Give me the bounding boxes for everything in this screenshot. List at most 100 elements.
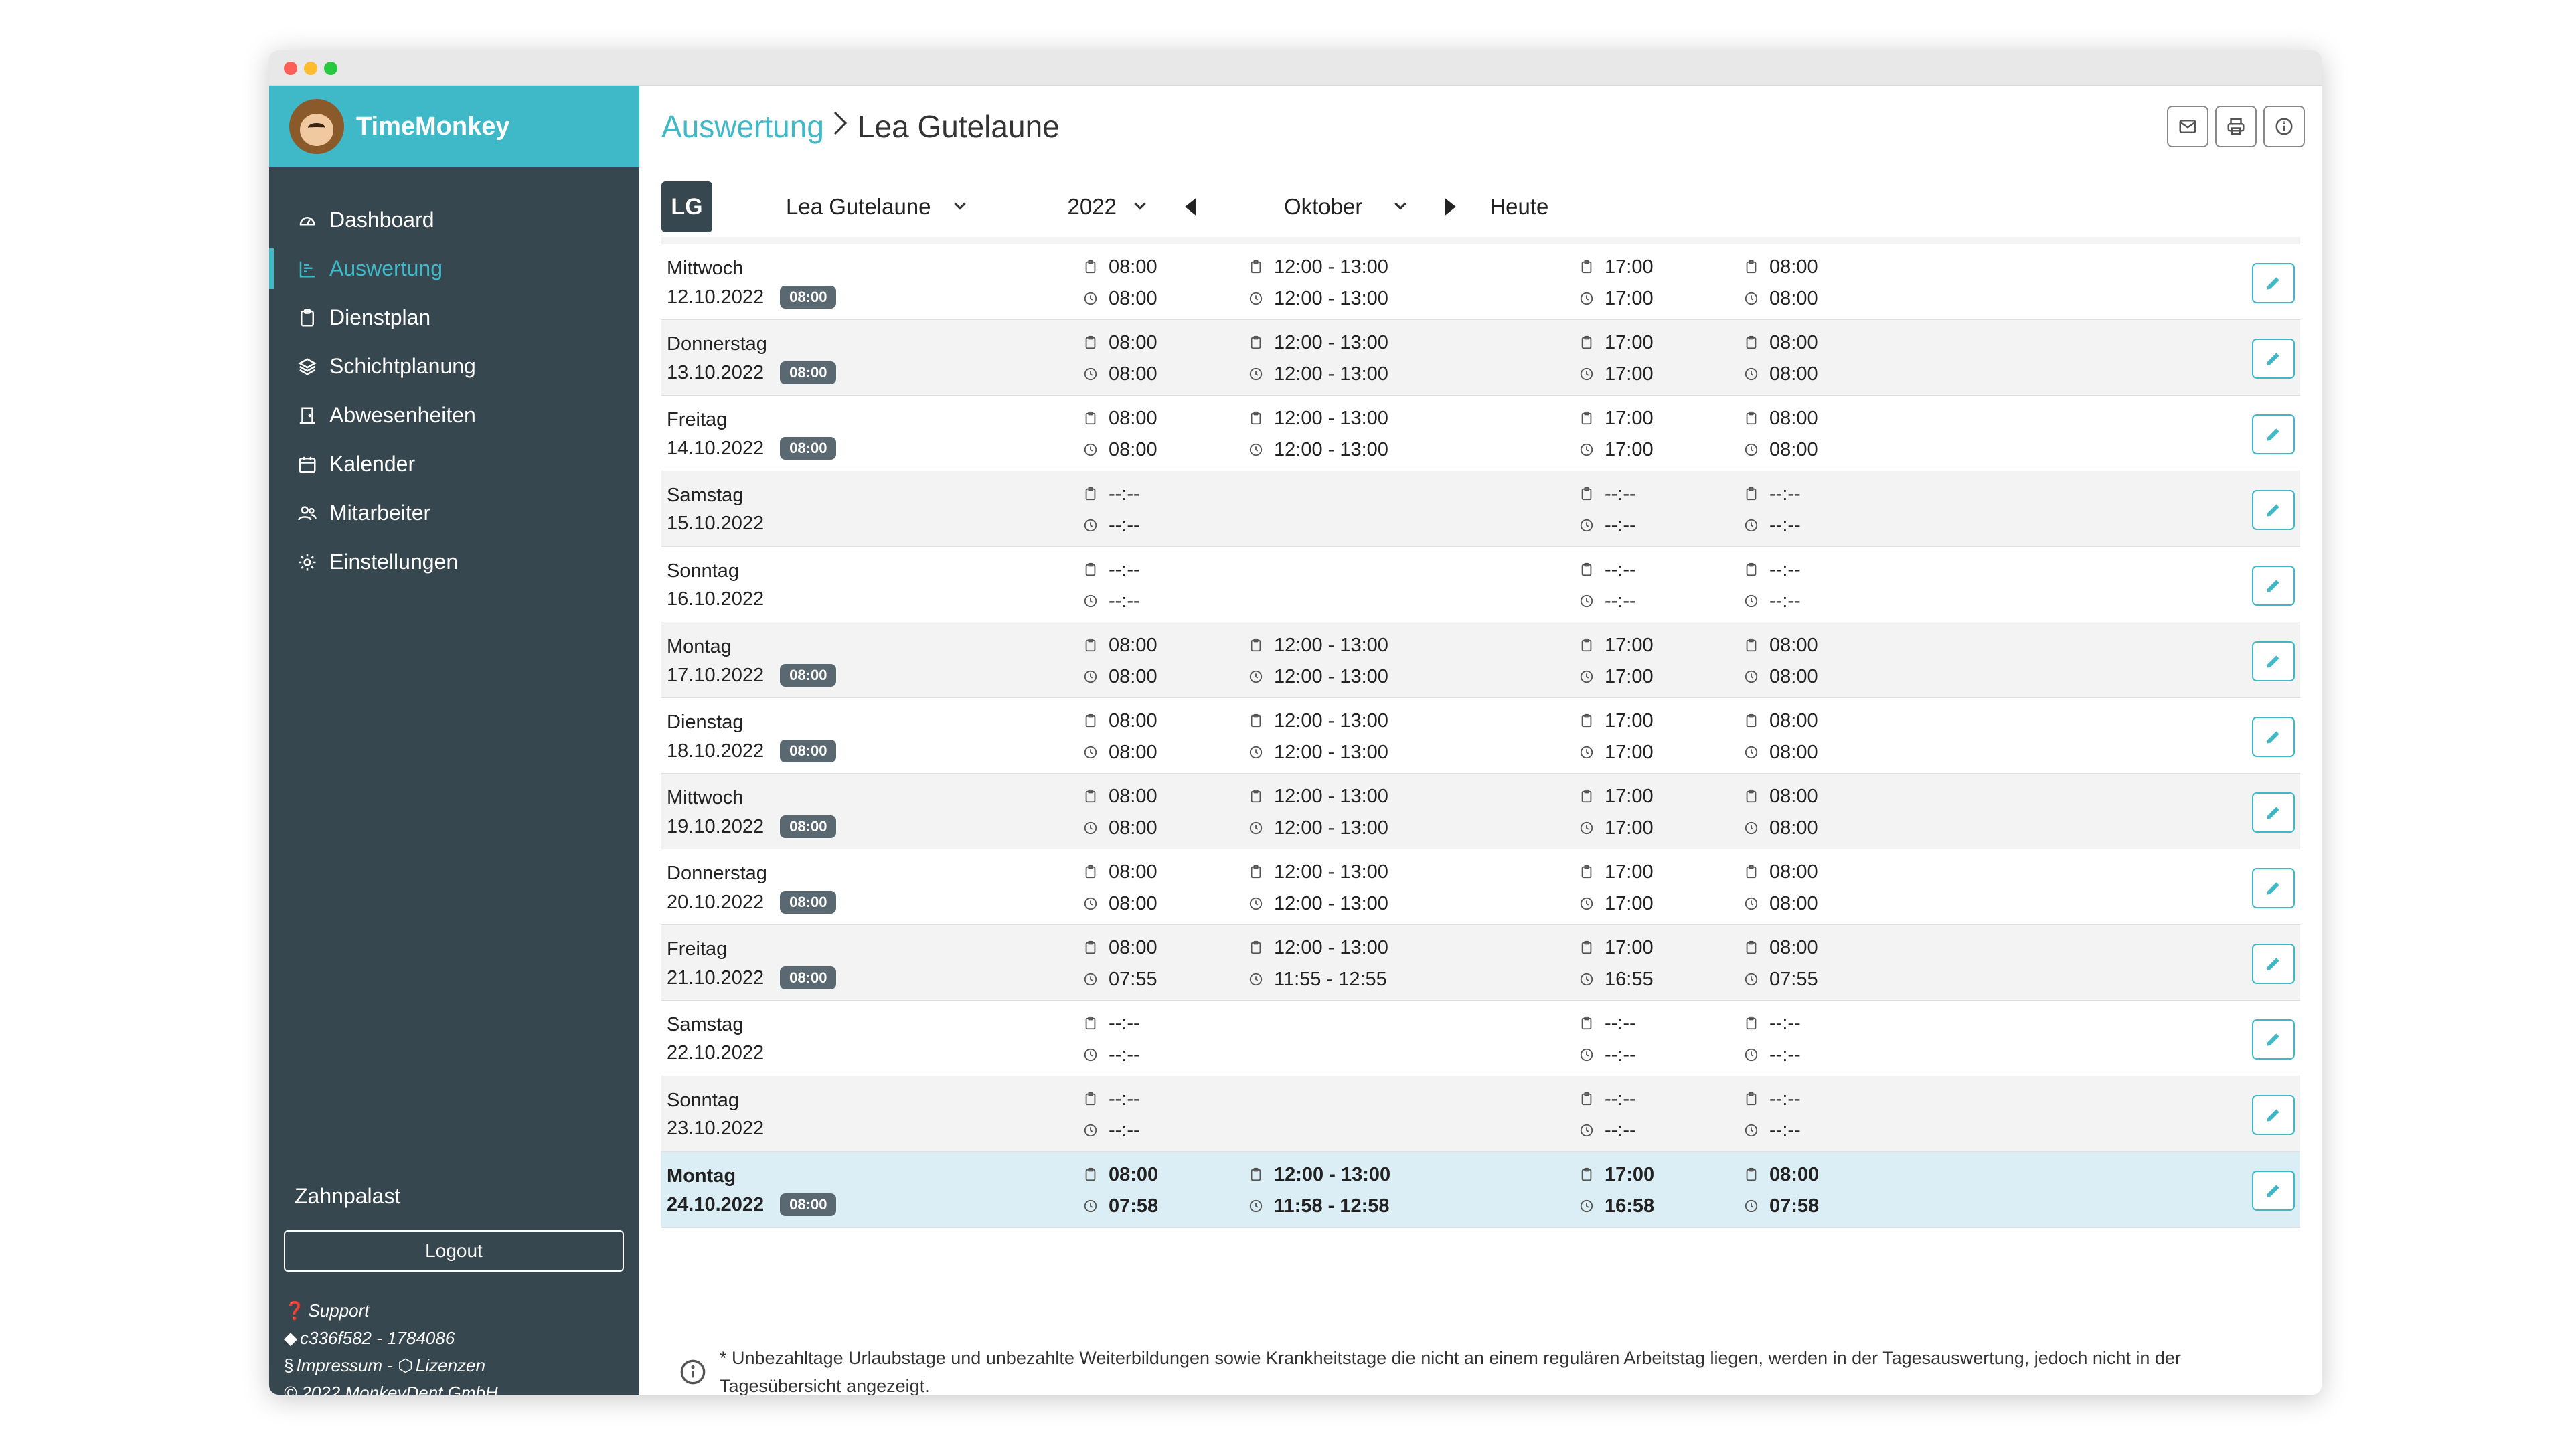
clock-icon <box>1083 518 1099 534</box>
clipboard-icon <box>1744 638 1760 654</box>
end-time-planned: 17:00 <box>1579 635 1654 657</box>
clock-icon <box>1744 1047 1760 1064</box>
clock-icon <box>1083 594 1099 610</box>
maximize-window-button[interactable] <box>324 62 337 75</box>
previous-month-button[interactable] <box>1178 193 1205 220</box>
clipboard-icon <box>1579 487 1595 503</box>
break-time-planned: 12:00 - 13:00 <box>1249 256 1388 278</box>
edit-day-button[interactable] <box>2252 792 2295 833</box>
sidebar-item-dashboard[interactable]: Dashboard <box>269 195 639 244</box>
end-time-planned: 17:00 <box>1579 861 1654 883</box>
edit-day-button[interactable] <box>2252 263 2295 303</box>
total-time-actual: 08:00 <box>1744 439 1818 461</box>
edit-day-button[interactable] <box>2252 944 2295 984</box>
clock-icon <box>1083 1199 1099 1215</box>
sidebar-item-abwesenheiten[interactable]: Abwesenheiten <box>269 391 639 440</box>
users-icon <box>296 502 319 525</box>
start-time-actual: 08:00 <box>1083 363 1157 386</box>
target-hours-badge: 08:00 <box>780 664 837 687</box>
brand[interactable]: TimeMonkey <box>269 86 639 167</box>
clock-icon <box>1579 821 1595 837</box>
logout-button[interactable]: Logout <box>284 1230 624 1272</box>
total-time-planned: 08:00 <box>1744 332 1818 354</box>
pencil-icon <box>2265 1182 2282 1199</box>
edit-day-button[interactable] <box>2252 566 2295 606</box>
clock-icon <box>1579 1047 1595 1064</box>
sidebar-item-label: Dienstplan <box>329 305 431 329</box>
impressum-link[interactable]: Impressum <box>296 1355 382 1375</box>
close-window-button[interactable] <box>284 62 297 75</box>
clipboard-icon <box>1083 789 1099 805</box>
info-button[interactable] <box>2263 106 2305 147</box>
edit-day-button[interactable] <box>2252 1095 2295 1135</box>
break-time-actual: 12:00 - 13:00 <box>1249 742 1388 764</box>
pencil-icon <box>2265 955 2282 973</box>
support-link[interactable]: ❓ Support <box>284 1297 498 1325</box>
email-button[interactable] <box>2167 106 2208 147</box>
clipboard-icon <box>1744 411 1760 427</box>
clock-icon <box>1249 1199 1265 1215</box>
clock-icon <box>1083 367 1099 383</box>
month-select[interactable]: Oktober <box>1284 194 1409 220</box>
clipboard-icon <box>1579 562 1595 578</box>
question-icon: ❓ <box>284 1300 306 1321</box>
clock-icon <box>1579 669 1595 685</box>
next-month-button[interactable] <box>1436 193 1463 220</box>
clipboard-icon <box>1083 1016 1099 1032</box>
end-time-planned: --:-- <box>1579 483 1636 505</box>
sidebar-item-dienstplan[interactable]: Dienstplan <box>269 293 639 342</box>
sidebar-item-label: Mitarbeiter <box>329 501 431 525</box>
print-button[interactable] <box>2215 106 2257 147</box>
clipboard-icon <box>1249 940 1265 956</box>
start-time-planned: 08:00 <box>1083 332 1157 354</box>
total-time-actual: --:-- <box>1744 515 1801 537</box>
start-time-planned: --:-- <box>1083 1088 1140 1110</box>
lizenzen-link[interactable]: Lizenzen <box>416 1355 485 1375</box>
day-date: 18.10.2022 08:00 <box>667 740 837 762</box>
total-time-actual: 07:55 <box>1744 968 1818 991</box>
chevron-right-icon <box>832 110 850 144</box>
breadcrumb-link-auswertung[interactable]: Auswertung <box>661 108 824 145</box>
edit-day-button[interactable] <box>2252 339 2295 379</box>
edit-day-button[interactable] <box>2252 414 2295 454</box>
clipboard-icon <box>1083 260 1099 276</box>
sidebar-item-mitarbeiter[interactable]: Mitarbeiter <box>269 489 639 537</box>
clipboard-icon <box>1579 335 1595 351</box>
total-time-actual: --:-- <box>1744 590 1801 612</box>
edit-day-button[interactable] <box>2252 1019 2295 1060</box>
table-bottom-border <box>661 1227 2300 1228</box>
sidebar-item-einstellungen[interactable]: Einstellungen <box>269 537 639 586</box>
sidebar-item-auswertung[interactable]: Auswertung <box>269 244 639 293</box>
start-time-planned: 08:00 <box>1083 1164 1158 1186</box>
break-time-planned: 12:00 - 13:00 <box>1249 937 1388 959</box>
pencil-icon <box>2265 879 2282 897</box>
year-select[interactable]: 2022 <box>1068 194 1149 220</box>
target-hours-badge: 08:00 <box>780 891 837 914</box>
edit-day-button[interactable] <box>2252 868 2295 908</box>
table-row: Sonntag 16.10.2022 --:-- --:-- --:-- --:-- --:… <box>661 546 2300 622</box>
sidebar-footer: ❓ Support ◆ c336f582 - 1784086 § Impressum … <box>284 1297 498 1395</box>
break-time-actual: 12:00 - 13:00 <box>1249 666 1388 688</box>
sidebar-item-kalender[interactable]: Kalender <box>269 440 639 489</box>
total-time-actual: --:-- <box>1744 1044 1801 1066</box>
employee-select[interactable]: Lea Gutelaune <box>786 194 969 220</box>
break-time-actual: 12:00 - 13:00 <box>1249 817 1388 839</box>
edit-day-button[interactable] <box>2252 717 2295 757</box>
chevron-down-icon <box>951 194 969 220</box>
edit-day-button[interactable] <box>2252 641 2295 681</box>
minimize-window-button[interactable] <box>304 62 317 75</box>
start-time-planned: 08:00 <box>1083 635 1157 657</box>
end-time-planned: 17:00 <box>1579 408 1654 430</box>
start-time-planned: --:-- <box>1083 559 1140 581</box>
calendar-icon <box>296 453 319 476</box>
day-date: 23.10.2022 <box>667 1118 764 1139</box>
edit-day-button[interactable] <box>2252 1171 2295 1211</box>
sidebar-item-schichtplanung[interactable]: Schichtplanung <box>269 342 639 391</box>
edit-day-button[interactable] <box>2252 490 2295 530</box>
clipboard-icon <box>1744 1092 1760 1108</box>
today-button[interactable]: Heute <box>1490 194 1548 220</box>
end-time-actual: --:-- <box>1579 1120 1636 1142</box>
monkey-logo-icon <box>289 99 344 154</box>
clock-icon <box>1744 291 1760 307</box>
total-time-actual: 08:00 <box>1744 893 1818 915</box>
